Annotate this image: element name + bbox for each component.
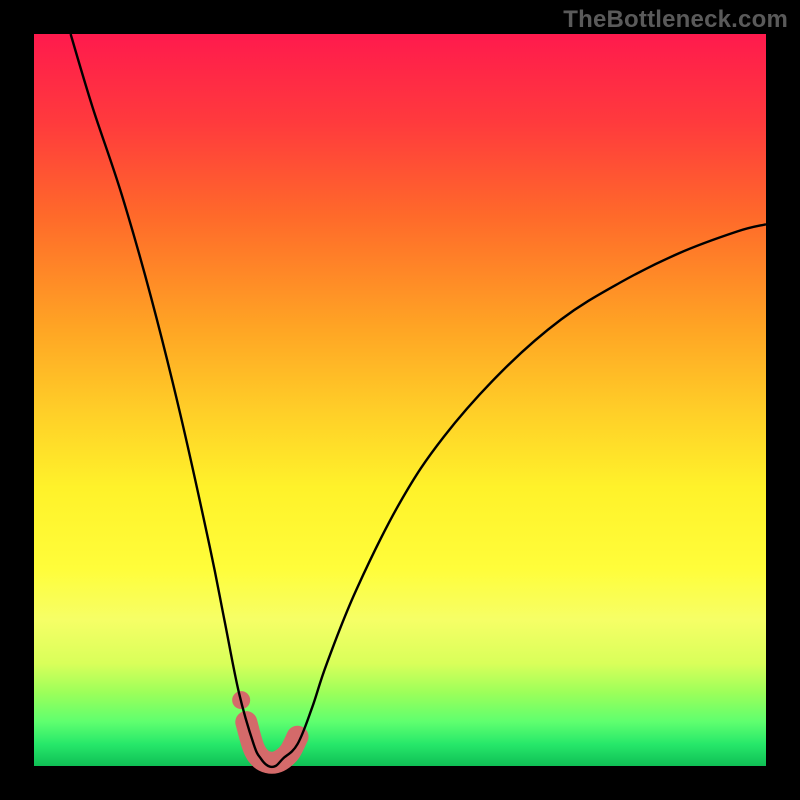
watermark-text: TheBottleneck.com	[563, 6, 788, 34]
curve-layer	[34, 34, 766, 766]
chart-frame: TheBottleneck.com	[0, 0, 800, 800]
bottleneck-curve	[71, 34, 766, 767]
plot-area	[34, 34, 766, 766]
